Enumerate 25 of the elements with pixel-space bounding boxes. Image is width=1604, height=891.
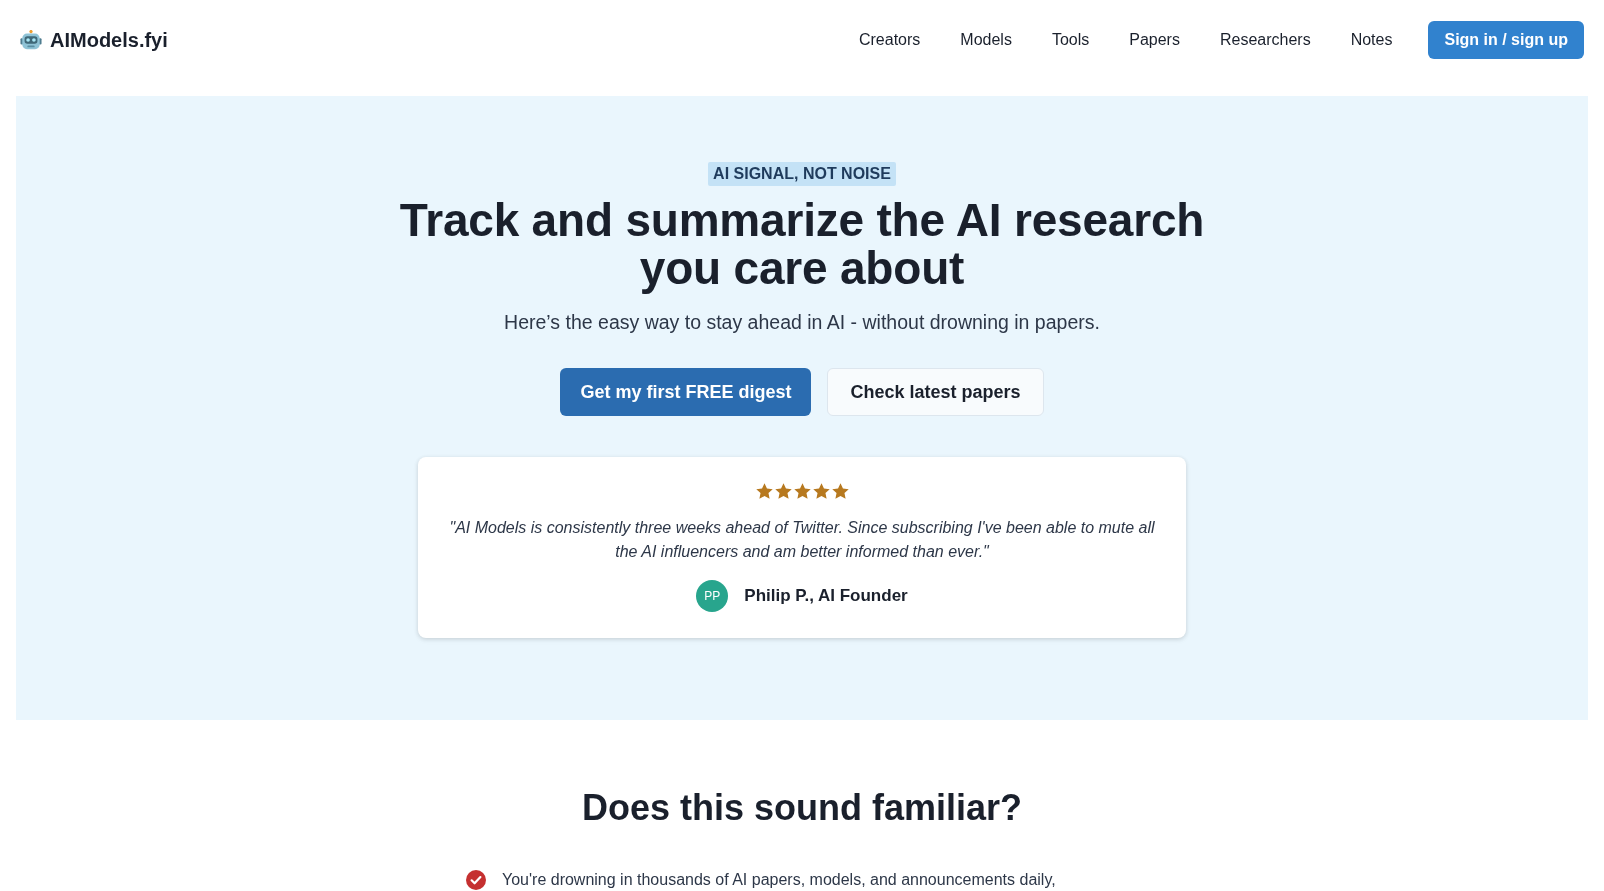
star-icon [755, 483, 773, 500]
latest-papers-button[interactable]: Check latest papers [827, 368, 1044, 416]
eyebrow-label: AI SIGNAL, NOT NOISE [708, 162, 896, 186]
star-icon [812, 483, 830, 500]
author-name: Philip P., AI Founder [744, 585, 908, 608]
testimonial-quote: "AI Models is consistently three weeks ahead of Twitter. Since subscribing I've been able to mute all the AI influencers and am better informed than ever." [448, 518, 1156, 562]
star-icon [774, 483, 792, 500]
nav-link[interactable]: Notes [1350, 28, 1393, 52]
sign-in-button[interactable]: Sign in / sign up [1428, 21, 1584, 59]
star-icon [793, 483, 811, 500]
section-heading: Does this sound familiar? [580, 786, 1024, 830]
nav-link[interactable]: Researchers [1219, 28, 1311, 52]
nav-link[interactable]: Models [960, 28, 1012, 52]
digest-button[interactable]: Get my first FREE digest [560, 368, 812, 416]
star-icon [831, 483, 849, 500]
list-item-text: You're drowning in thousands of AI papers, models, and announcements daily, [502, 870, 1056, 890]
nav-link[interactable]: Papers [1129, 28, 1180, 52]
check-circle-icon [466, 870, 486, 890]
brand-logo-text[interactable]: AIModels.fyi [50, 25, 168, 55]
nav-link[interactable]: Creators [858, 28, 921, 52]
avatar: PP [696, 580, 729, 612]
hero-subtitle: Here’s the easy way to stay ahead in AI - without drowning in papers. [503, 310, 1101, 334]
hero-heading: Track and summarize the AI research you care about [398, 196, 1206, 292]
robot-icon [20, 29, 42, 51]
nav-link[interactable]: Tools [1051, 28, 1090, 52]
